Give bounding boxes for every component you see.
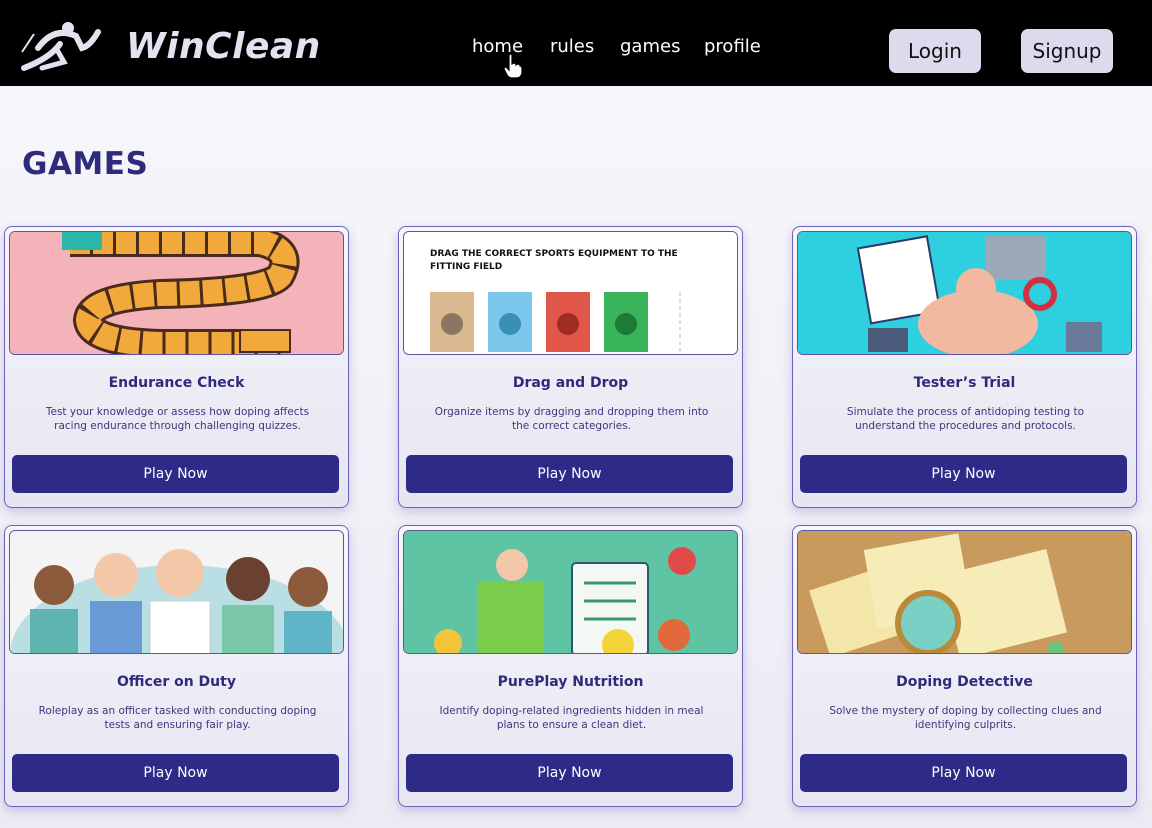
login-button[interactable]: Login [889, 29, 981, 73]
game-card-drag-and-drop: DRAG THE CORRECT SPORTS EQUIPMENT TO THE… [398, 226, 743, 508]
game-title: Endurance Check [108, 375, 245, 391]
play-now-button[interactable]: Play Now [12, 455, 339, 493]
game-description: Test your knowledge or assess how doping… [45, 406, 310, 432]
page-title: GAMES [22, 146, 149, 182]
board-game-track-image [9, 231, 344, 355]
game-description: Roleplay as an officer tasked with condu… [38, 705, 317, 731]
game-title: Drag and Drop [512, 375, 629, 391]
medical-lab-image [797, 231, 1132, 355]
game-description: Solve the mystery of doping by collectin… [829, 705, 1102, 731]
brand-name: WinClean [126, 26, 321, 67]
game-card-doping-detective: Doping Detective Solve the mystery of do… [792, 525, 1137, 807]
medical-staff-image [9, 530, 344, 654]
game-card-pureplay-nutrition: PurePlay Nutrition Identify doping-relat… [398, 525, 743, 807]
play-now-button[interactable]: Play Now [800, 455, 1127, 493]
game-title: Tester’s Trial [913, 375, 1016, 391]
nav-link-profile[interactable]: profile [704, 36, 761, 57]
runner-icon [21, 22, 101, 71]
game-title: Officer on Duty [117, 674, 236, 690]
navbar: WinClean home rules games profile Login … [0, 0, 1152, 86]
game-description: Organize items by dragging and dropping … [434, 406, 709, 432]
play-now-button[interactable]: Play Now [12, 754, 339, 792]
game-description: Identify doping-related ingredients hidd… [439, 705, 704, 731]
signup-button[interactable]: Signup [1021, 29, 1113, 73]
game-card-officer-on-duty: Officer on Duty Roleplay as an officer t… [4, 525, 349, 807]
nav-link-rules[interactable]: rules [550, 36, 594, 57]
hand-pointer-icon [503, 53, 523, 79]
play-now-button[interactable]: Play Now [800, 754, 1127, 792]
game-title: PurePlay Nutrition [497, 674, 644, 690]
play-now-button[interactable]: Play Now [406, 455, 733, 493]
game-description: Simulate the process of antidoping testi… [846, 406, 1085, 432]
nutrition-checklist-image [403, 530, 738, 654]
brand-logo[interactable]: WinClean [20, 18, 350, 72]
game-title: Doping Detective [896, 674, 1033, 690]
sports-fields-image: DRAG THE CORRECT SPORTS EQUIPMENT TO THE… [403, 231, 738, 355]
image-caption: DRAG THE CORRECT SPORTS EQUIPMENT TO THE… [430, 249, 678, 272]
detective-files-image [797, 530, 1132, 654]
game-card-endurance-check: Endurance Check Test your knowledge or a… [4, 226, 349, 508]
play-now-button[interactable]: Play Now [406, 754, 733, 792]
game-card-testers-trial: Tester’s Trial Simulate the process of a… [792, 226, 1137, 508]
nav-link-games[interactable]: games [620, 36, 680, 57]
